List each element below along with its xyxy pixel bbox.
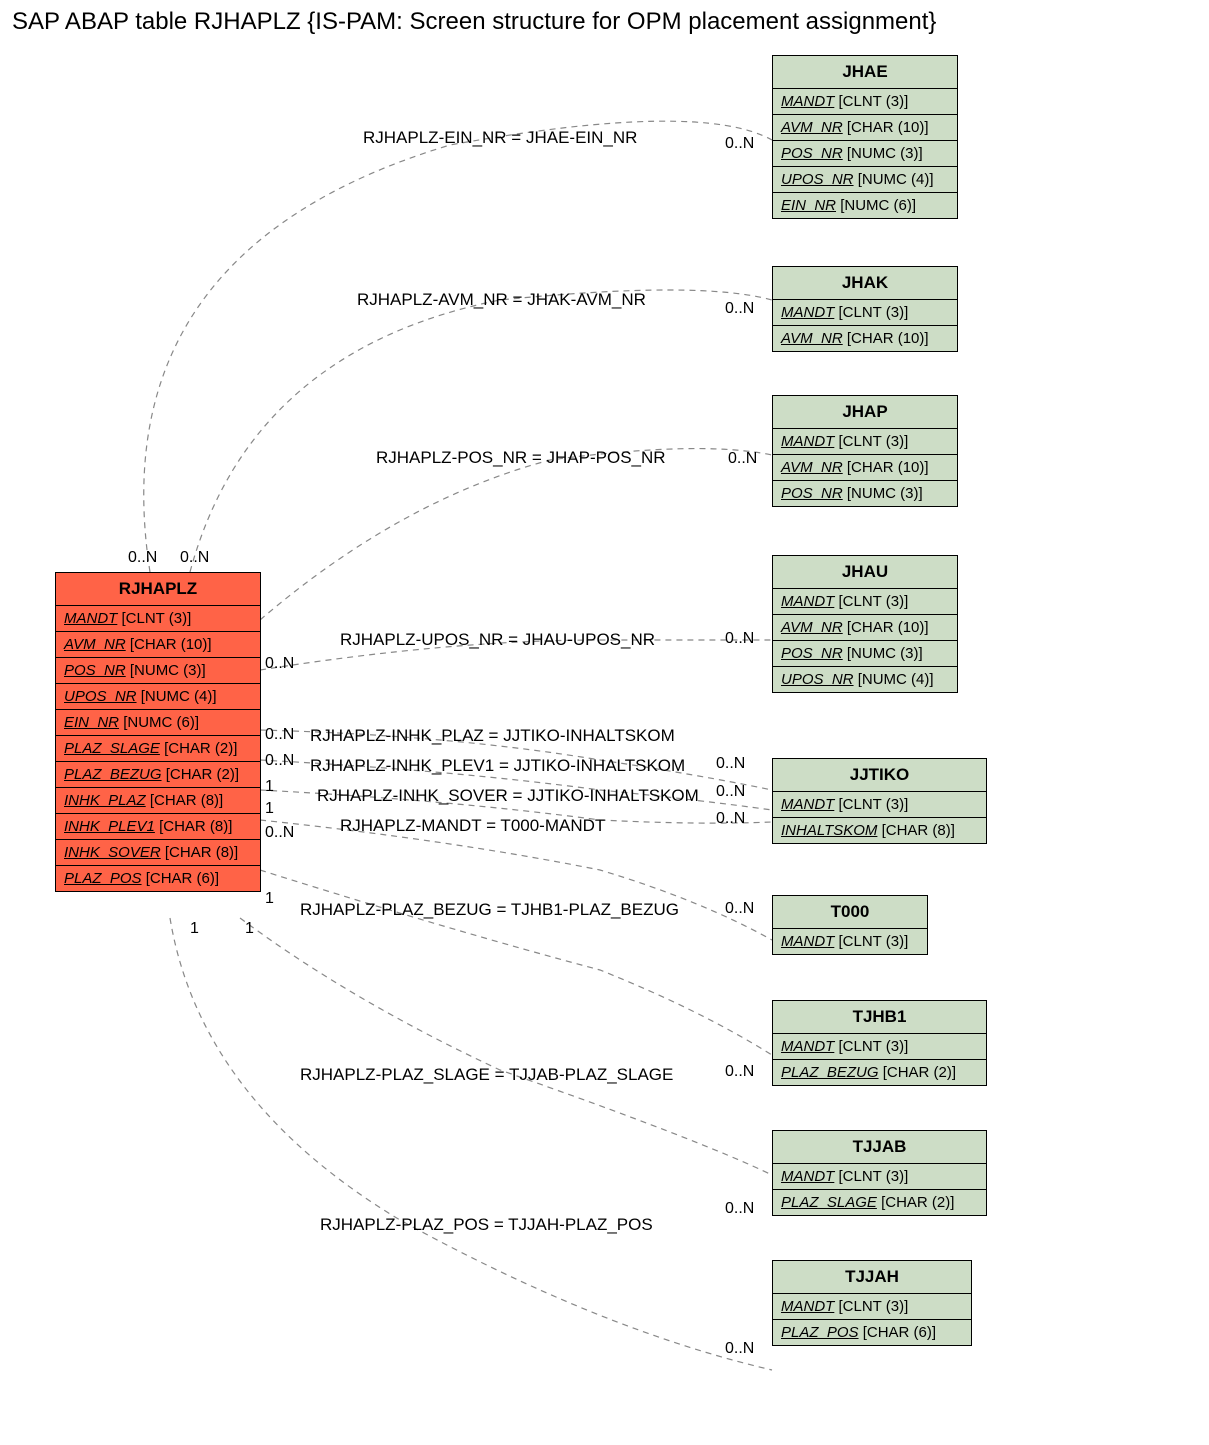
field-row: MANDT [CLNT (3)] [773, 429, 957, 455]
entity-jjtiko: JJTIKO MANDT [CLNT (3)] INHALTSKOM [CHAR… [772, 758, 987, 844]
field-row: AVM_NR [CHAR (10)] [56, 632, 260, 658]
cardinality-label: 0..N [265, 752, 294, 770]
field-row: MANDT [CLNT (3)] [773, 929, 927, 954]
cardinality-label: 0..N [725, 1340, 754, 1358]
cardinality-label: 0..N [716, 810, 745, 828]
entity-header: JJTIKO [773, 759, 986, 792]
cardinality-label: 0..N [725, 300, 754, 318]
field-row: MANDT [CLNT (3)] [773, 792, 986, 818]
field-row: POS_NR [NUMC (3)] [773, 481, 957, 506]
field-row: POS_NR [NUMC (3)] [773, 141, 957, 167]
field-row: MANDT [CLNT (3)] [773, 89, 957, 115]
field-row: EIN_NR [NUMC (6)] [56, 710, 260, 736]
field-row: PLAZ_BEZUG [CHAR (2)] [773, 1060, 986, 1085]
field-row: UPOS_NR [NUMC (4)] [773, 667, 957, 692]
field-row: MANDT [CLNT (3)] [773, 1164, 986, 1190]
cardinality-label: 0..N [725, 900, 754, 918]
field-row: AVM_NR [CHAR (10)] [773, 455, 957, 481]
field-row: INHK_PLAZ [CHAR (8)] [56, 788, 260, 814]
edge-label: RJHAPLZ-PLAZ_BEZUG = TJHB1-PLAZ_BEZUG [300, 900, 679, 920]
cardinality-label: 0..N [180, 549, 209, 567]
edge-label: RJHAPLZ-UPOS_NR = JHAU-UPOS_NR [340, 630, 655, 650]
field-row: PLAZ_SLAGE [CHAR (2)] [773, 1190, 986, 1215]
field-row: AVM_NR [CHAR (10)] [773, 115, 957, 141]
edge-label: RJHAPLZ-MANDT = T000-MANDT [340, 816, 605, 836]
entity-header: JHAU [773, 556, 957, 589]
cardinality-label: 0..N [128, 549, 157, 567]
edge-label: RJHAPLZ-EIN_NR = JHAE-EIN_NR [363, 128, 637, 148]
cardinality-label: 0..N [716, 755, 745, 773]
field-row: AVM_NR [CHAR (10)] [773, 615, 957, 641]
entity-t000: T000 MANDT [CLNT (3)] [772, 895, 928, 955]
field-row: UPOS_NR [NUMC (4)] [773, 167, 957, 193]
entity-header: JHAE [773, 56, 957, 89]
edge-label: RJHAPLZ-POS_NR = JHAP-POS_NR [376, 448, 666, 468]
field-row: INHK_PLEV1 [CHAR (8)] [56, 814, 260, 840]
cardinality-label: 1 [245, 920, 254, 938]
field-row: PLAZ_SLAGE [CHAR (2)] [56, 736, 260, 762]
field-row: PLAZ_POS [CHAR (6)] [773, 1320, 971, 1345]
field-row: INHK_SOVER [CHAR (8)] [56, 840, 260, 866]
cardinality-label: 1 [265, 800, 274, 818]
cardinality-label: 1 [265, 778, 274, 796]
entity-tjjab: TJJAB MANDT [CLNT (3)] PLAZ_SLAGE [CHAR … [772, 1130, 987, 1216]
cardinality-label: 1 [190, 920, 199, 938]
entity-header: TJJAH [773, 1261, 971, 1294]
page-title: SAP ABAP table RJHAPLZ {IS-PAM: Screen s… [12, 8, 936, 36]
entity-header: T000 [773, 896, 927, 929]
cardinality-label: 0..N [725, 1063, 754, 1081]
field-row: PLAZ_POS [CHAR (6)] [56, 866, 260, 891]
entity-tjhb1: TJHB1 MANDT [CLNT (3)] PLAZ_BEZUG [CHAR … [772, 1000, 987, 1086]
edge-label: RJHAPLZ-INHK_SOVER = JJTIKO-INHALTSKOM [317, 786, 699, 806]
field-row: EIN_NR [NUMC (6)] [773, 193, 957, 218]
entity-header: RJHAPLZ [56, 573, 260, 606]
entity-jhap: JHAP MANDT [CLNT (3)] AVM_NR [CHAR (10)]… [772, 395, 958, 507]
edge-label: RJHAPLZ-PLAZ_POS = TJJAH-PLAZ_POS [320, 1215, 653, 1235]
field-row: UPOS_NR [NUMC (4)] [56, 684, 260, 710]
field-row: MANDT [CLNT (3)] [56, 606, 260, 632]
cardinality-label: 1 [265, 890, 274, 908]
edge-label: RJHAPLZ-PLAZ_SLAGE = TJJAB-PLAZ_SLAGE [300, 1065, 673, 1085]
field-row: INHALTSKOM [CHAR (8)] [773, 818, 986, 843]
cardinality-label: 0..N [725, 630, 754, 648]
cardinality-label: 0..N [716, 783, 745, 801]
edge-label: RJHAPLZ-INHK_PLEV1 = JJTIKO-INHALTSKOM [310, 756, 685, 776]
entity-tjjah: TJJAH MANDT [CLNT (3)] PLAZ_POS [CHAR (6… [772, 1260, 972, 1346]
field-row: POS_NR [NUMC (3)] [773, 641, 957, 667]
cardinality-label: 0..N [265, 655, 294, 673]
field-row: MANDT [CLNT (3)] [773, 1294, 971, 1320]
entity-header: JHAP [773, 396, 957, 429]
field-row: POS_NR [NUMC (3)] [56, 658, 260, 684]
cardinality-label: 0..N [265, 824, 294, 842]
field-row: MANDT [CLNT (3)] [773, 589, 957, 615]
cardinality-label: 0..N [265, 726, 294, 744]
field-row: MANDT [CLNT (3)] [773, 300, 957, 326]
edge-label: RJHAPLZ-INHK_PLAZ = JJTIKO-INHALTSKOM [310, 726, 675, 746]
entity-rjhaplz: RJHAPLZ MANDT [CLNT (3)] AVM_NR [CHAR (1… [55, 572, 261, 892]
entity-jhae: JHAE MANDT [CLNT (3)] AVM_NR [CHAR (10)]… [772, 55, 958, 219]
cardinality-label: 0..N [725, 1200, 754, 1218]
field-row: AVM_NR [CHAR (10)] [773, 326, 957, 351]
entity-jhau: JHAU MANDT [CLNT (3)] AVM_NR [CHAR (10)]… [772, 555, 958, 693]
cardinality-label: 0..N [728, 450, 757, 468]
field-row: PLAZ_BEZUG [CHAR (2)] [56, 762, 260, 788]
edge-label: RJHAPLZ-AVM_NR = JHAK-AVM_NR [357, 290, 646, 310]
entity-header: TJHB1 [773, 1001, 986, 1034]
cardinality-label: 0..N [725, 135, 754, 153]
entity-jhak: JHAK MANDT [CLNT (3)] AVM_NR [CHAR (10)] [772, 266, 958, 352]
entity-header: TJJAB [773, 1131, 986, 1164]
entity-header: JHAK [773, 267, 957, 300]
field-row: MANDT [CLNT (3)] [773, 1034, 986, 1060]
